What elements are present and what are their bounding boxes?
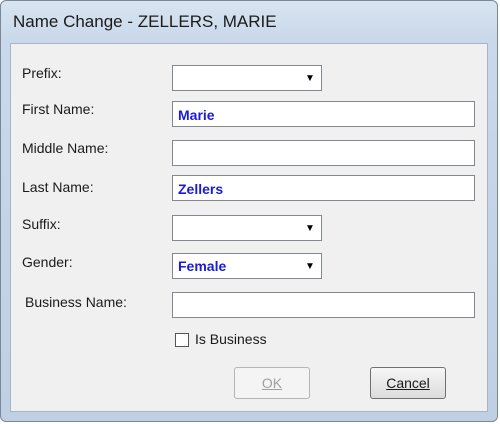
name-change-dialog: Name Change - ZELLERS, MARIE Prefix: ▼ F… bbox=[0, 0, 498, 422]
chevron-down-icon[interactable]: ▼ bbox=[300, 255, 320, 277]
business-name-field[interactable] bbox=[172, 292, 475, 318]
prefix-select[interactable]: ▼ bbox=[172, 65, 322, 91]
last-name-field[interactable]: Zellers bbox=[172, 175, 475, 201]
cancel-button[interactable]: Cancel bbox=[370, 367, 446, 399]
gender-label: Gender: bbox=[22, 254, 73, 270]
is-business-label[interactable]: Is Business bbox=[195, 331, 267, 347]
first-name-label: First Name: bbox=[22, 101, 95, 117]
chevron-down-icon[interactable]: ▼ bbox=[300, 217, 320, 239]
business-name-label: Business Name: bbox=[25, 294, 127, 310]
middle-name-label: Middle Name: bbox=[22, 140, 109, 156]
chevron-down-icon[interactable]: ▼ bbox=[300, 67, 320, 89]
gender-value: Female bbox=[178, 258, 227, 274]
dialog-body: Prefix: ▼ First Name: Marie Middle Name:… bbox=[10, 43, 488, 412]
gender-select[interactable]: Female ▼ bbox=[172, 253, 322, 279]
suffix-label: Suffix: bbox=[22, 216, 61, 232]
suffix-select[interactable]: ▼ bbox=[172, 215, 322, 241]
ok-button[interactable]: OK bbox=[234, 367, 310, 399]
is-business-checkbox[interactable] bbox=[175, 333, 189, 347]
prefix-label: Prefix: bbox=[22, 65, 62, 81]
window-title: Name Change - ZELLERS, MARIE bbox=[13, 12, 277, 31]
middle-name-field[interactable] bbox=[172, 140, 475, 166]
title-bar[interactable]: Name Change - ZELLERS, MARIE bbox=[1, 1, 497, 43]
first-name-field[interactable]: Marie bbox=[172, 101, 475, 127]
last-name-label: Last Name: bbox=[22, 179, 94, 195]
